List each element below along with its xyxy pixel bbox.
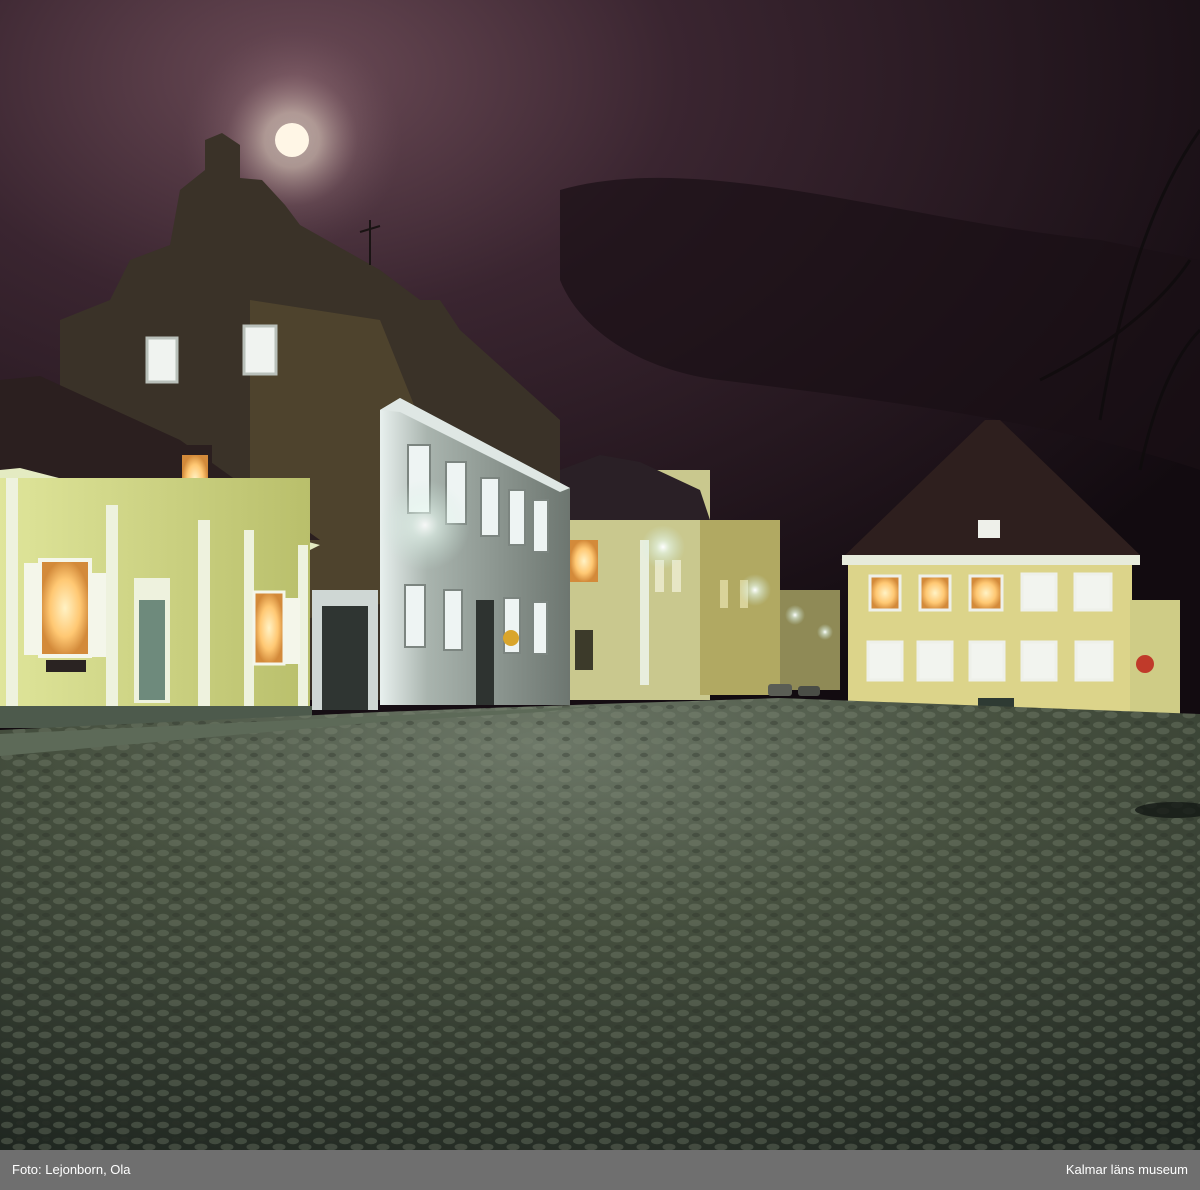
night-street-scene <box>0 0 1200 1150</box>
moon <box>275 123 309 157</box>
caption-bar: Foto: Lejonborn, Ola Kalmar läns museum <box>0 1150 1200 1190</box>
museum-name: Kalmar läns museum <box>1065 1162 1188 1177</box>
photograph <box>0 0 1200 1150</box>
garage-door <box>312 590 378 710</box>
photo-credit: Foto: Lejonborn, Ola <box>12 1162 131 1177</box>
